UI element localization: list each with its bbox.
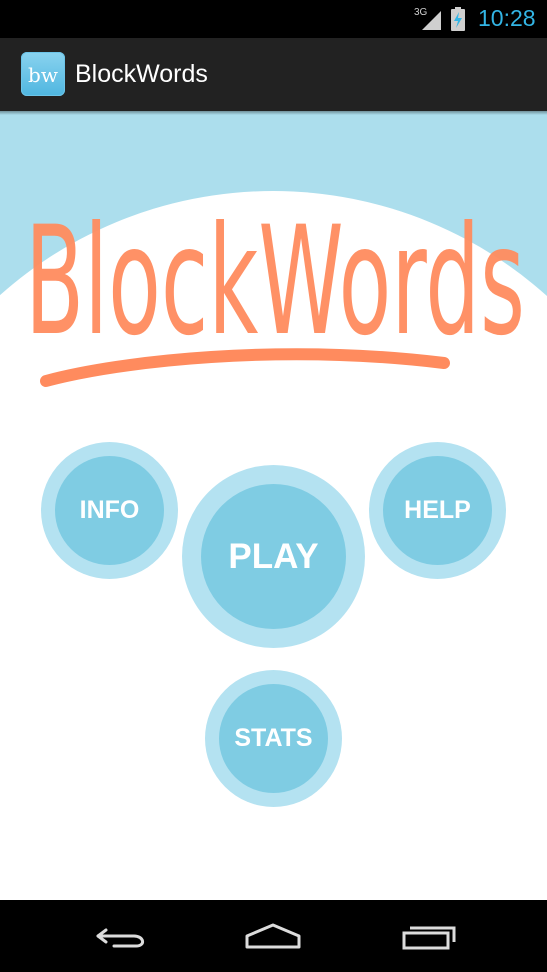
play-button-label: PLAY bbox=[201, 484, 346, 629]
battery-charging-icon bbox=[451, 7, 465, 31]
app-logo-icon[interactable]: bw bbox=[21, 52, 65, 96]
recents-icon bbox=[402, 926, 456, 950]
app-title: BlockWords bbox=[75, 60, 208, 88]
info-button[interactable]: INFO bbox=[41, 442, 178, 579]
play-button[interactable]: PLAY bbox=[182, 465, 365, 648]
help-button[interactable]: HELP bbox=[369, 442, 506, 579]
action-bar-shadow bbox=[0, 111, 547, 115]
help-button-label: HELP bbox=[383, 456, 492, 565]
navigation-bar bbox=[0, 900, 547, 972]
stats-button[interactable]: STATS bbox=[205, 670, 342, 807]
home-button[interactable] bbox=[228, 912, 318, 960]
clock: 10:28 bbox=[478, 5, 536, 31]
action-bar: bw BlockWords bbox=[0, 38, 547, 111]
back-button[interactable] bbox=[76, 912, 166, 960]
blockwords-logo: BlockWords bbox=[25, 195, 525, 387]
home-icon bbox=[245, 923, 301, 949]
signal-icon bbox=[422, 11, 441, 30]
app-logo-text: bw bbox=[28, 63, 58, 87]
stats-button-label: STATS bbox=[219, 684, 328, 793]
back-icon bbox=[96, 928, 144, 948]
recents-button[interactable] bbox=[382, 912, 472, 960]
status-bar: 3G 10:28 bbox=[0, 0, 547, 38]
main-content: BlockWords INFO PLAY HELP STATS bbox=[0, 111, 547, 900]
screen: 3G 10:28 bw BlockWords BlockWords INFO P… bbox=[0, 0, 547, 972]
info-button-label: INFO bbox=[55, 456, 164, 565]
logo-text: BlockWords bbox=[25, 195, 525, 369]
